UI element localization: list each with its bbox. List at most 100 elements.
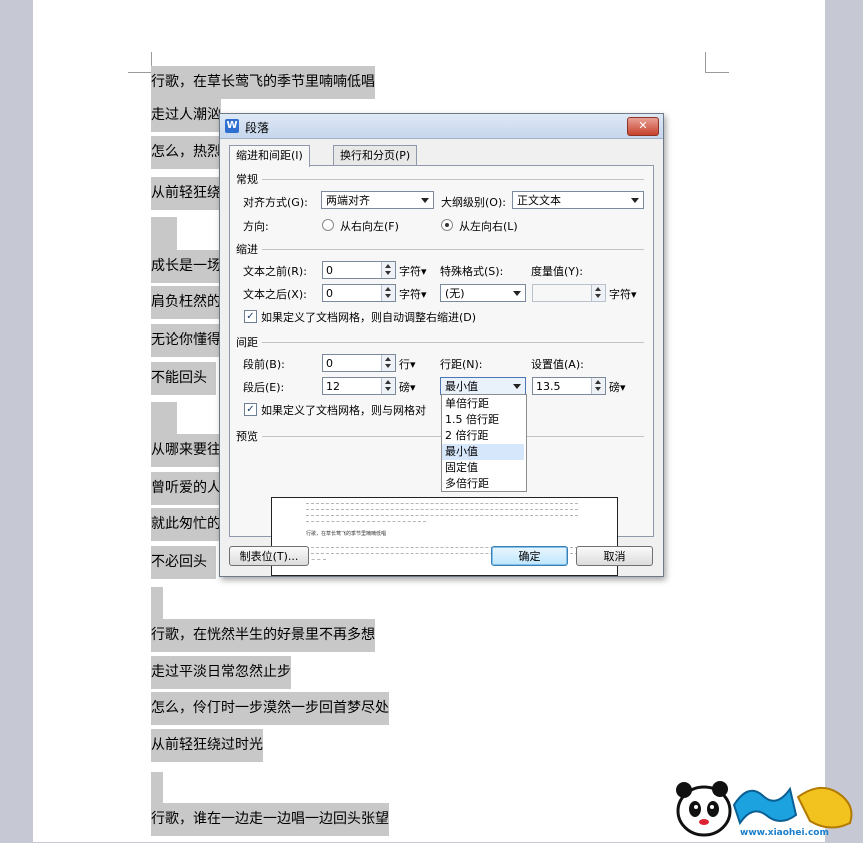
spin-down-icon[interactable]: [595, 387, 601, 391]
rtl-label[interactable]: 从右向左(F): [340, 218, 399, 234]
setting-value-value: 13.5: [536, 380, 561, 393]
tab-indent-spacing[interactable]: 缩进和间距(I): [229, 145, 310, 167]
section-general-header: 常规: [236, 173, 258, 186]
text-line[interactable]: 肩负枉然的: [151, 286, 221, 319]
ltr-radio[interactable]: [441, 219, 453, 231]
space-after-label: 段后(E):: [243, 381, 285, 394]
tab-stops-button[interactable]: 制表位(T)...: [229, 546, 309, 566]
space-before-value: 0: [326, 357, 333, 370]
dialog-titlebar[interactable]: W 段落 ✕: [220, 114, 663, 139]
panda-logo-icon: www.xiaohei.com: [676, 781, 853, 838]
text-line[interactable]: 怎么，伶仃时一步漠然一步回首梦尽处: [151, 692, 389, 725]
space-before-spinner[interactable]: 0: [322, 354, 396, 372]
text-line-empty[interactable]: [151, 587, 163, 620]
spin-up-icon[interactable]: [595, 380, 601, 384]
close-button[interactable]: ✕: [627, 117, 659, 136]
text-line[interactable]: 从前轻狂绕过时光: [151, 729, 263, 762]
section-preview-header: 预览: [236, 430, 258, 443]
ltr-label[interactable]: 从左向右(L): [459, 218, 518, 234]
rtl-radio[interactable]: [322, 219, 334, 231]
setting-value-spinner[interactable]: 13.5: [532, 377, 606, 395]
text-line[interactable]: 走过平淡日常忽然止步: [151, 656, 291, 689]
line-spacing-dropdown: 单倍行距 1.5 倍行距 2 倍行距 最小值 固定值 多倍行距: [441, 394, 527, 492]
preview-line: [306, 503, 578, 505]
text-line[interactable]: 从哪来要往: [151, 434, 221, 467]
line-spacing-option[interactable]: 单倍行距: [442, 396, 524, 412]
preview-line: [306, 509, 578, 511]
alignment-label: 对齐方式(G):: [243, 196, 308, 209]
measure-unit[interactable]: 字符▾: [609, 286, 637, 302]
line-spacing-option[interactable]: 1.5 倍行距: [442, 412, 524, 428]
outline-level-label: 大纲级别(O):: [441, 196, 506, 209]
xiaohei-watermark-logo: www.xiaohei.com: [670, 775, 862, 840]
spin-down-icon[interactable]: [595, 294, 601, 298]
auto-right-indent-label[interactable]: 如果定义了文档网格，则自动调整右缩进(D): [261, 309, 476, 325]
line-spacing-option[interactable]: 2 倍行距: [442, 428, 524, 444]
space-before-label: 段前(B):: [243, 358, 285, 371]
snap-to-grid-label[interactable]: 如果定义了文档网格，则与网格对: [261, 402, 426, 418]
spin-up-icon[interactable]: [385, 380, 391, 384]
alignment-select[interactable]: 两端对齐: [321, 191, 434, 209]
snap-to-grid-checkbox[interactable]: ✓: [244, 403, 257, 416]
cancel-button[interactable]: 取消: [576, 546, 653, 566]
line-spacing-option[interactable]: 固定值: [442, 460, 524, 476]
text-line-empty[interactable]: [151, 402, 177, 435]
text-line[interactable]: 行歌，谁在一边走一边唱一边回头张望: [151, 803, 389, 836]
text-line[interactable]: 从前轻狂绕: [151, 177, 221, 210]
text-line[interactable]: 曾听爱的人: [151, 472, 221, 505]
spin-down-icon[interactable]: [385, 387, 391, 391]
spin-up-icon[interactable]: [595, 287, 601, 291]
spin-down-icon[interactable]: [385, 364, 391, 368]
text-line[interactable]: 走过人潮汹: [151, 99, 221, 132]
paragraph-dialog: W 段落 ✕ 缩进和间距(I) 换行和分页(P) 常规 对齐方式(G): 两端对…: [219, 113, 664, 577]
special-format-label: 特殊格式(S):: [440, 265, 504, 278]
special-format-value: (无): [445, 287, 465, 300]
space-after-unit[interactable]: 磅▾: [399, 379, 416, 395]
measure-spinner[interactable]: [532, 284, 606, 302]
text-line[interactable]: 行歌，在恍然半生的好景里不再多想: [151, 619, 375, 652]
text-line[interactable]: 成长是一场: [151, 250, 221, 283]
preview-line: [306, 521, 426, 523]
chevron-down-icon: [421, 198, 429, 203]
indent-before-spinner[interactable]: 0: [322, 261, 396, 279]
line-spacing-option-selected[interactable]: 最小值: [442, 444, 524, 460]
outline-level-value: 正文文本: [517, 194, 561, 207]
section-divider: [262, 249, 644, 250]
section-indent-header: 缩进: [236, 243, 258, 256]
text-line-empty[interactable]: [151, 217, 177, 250]
spin-up-icon[interactable]: [385, 357, 391, 361]
chevron-down-icon: [513, 291, 521, 296]
spin-down-icon[interactable]: [385, 294, 391, 298]
special-format-select[interactable]: (无): [440, 284, 526, 302]
indent-before-label: 文本之前(R):: [243, 265, 307, 278]
ok-button[interactable]: 确定: [491, 546, 568, 566]
space-after-spinner[interactable]: 12: [322, 377, 396, 395]
text-line[interactable]: 行歌，在草长莺飞的季节里喃喃低唱: [151, 66, 375, 99]
section-divider: [262, 179, 644, 180]
tab-line-page-breaks[interactable]: 换行和分页(P): [333, 145, 418, 166]
text-line[interactable]: 不必回头: [151, 546, 216, 579]
text-line[interactable]: 怎么，热烈: [151, 136, 221, 169]
chevron-down-icon: [631, 198, 639, 203]
text-line[interactable]: 无论你懂得: [151, 324, 221, 357]
margin-corner-top-right: [705, 52, 706, 72]
indent-after-spinner[interactable]: 0: [322, 284, 396, 302]
text-line[interactable]: 不能回头: [151, 362, 216, 395]
indent-before-value: 0: [326, 264, 333, 277]
auto-right-indent-checkbox[interactable]: ✓: [244, 310, 257, 323]
setting-value-unit[interactable]: 磅▾: [609, 379, 626, 395]
spin-down-icon[interactable]: [385, 271, 391, 275]
spin-up-icon[interactable]: [385, 264, 391, 268]
preview-line: [306, 559, 326, 561]
outline-level-select[interactable]: 正文文本: [512, 191, 644, 209]
indent-after-unit[interactable]: 字符▾: [399, 286, 427, 302]
watermark-url: www.xiaohei.com: [740, 828, 829, 838]
indent-before-unit[interactable]: 字符▾: [399, 263, 427, 279]
space-before-unit[interactable]: 行▾: [399, 356, 416, 372]
text-line-empty[interactable]: [151, 772, 163, 805]
line-spacing-option[interactable]: 多倍行距: [442, 476, 524, 492]
spin-up-icon[interactable]: [385, 287, 391, 291]
text-line[interactable]: 就此匆忙的: [151, 508, 221, 541]
line-spacing-select[interactable]: 最小值: [440, 377, 526, 395]
space-after-value: 12: [326, 380, 340, 393]
